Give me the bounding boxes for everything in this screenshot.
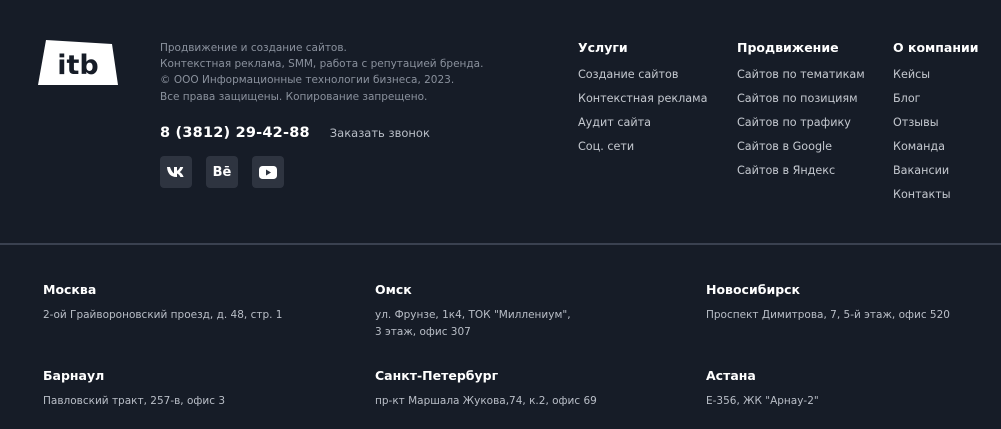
youtube-icon <box>259 165 277 179</box>
about-line: © ООО Информационные технологии бизнеса,… <box>160 74 455 87</box>
nav-link-reviews[interactable]: Отзывы <box>893 116 979 130</box>
nav-link-social[interactable]: Соц. сети <box>578 140 707 154</box>
vk-button[interactable] <box>160 156 192 188</box>
vk-icon <box>167 167 184 177</box>
company-about: Продвижение и создание сайтов. Контекстн… <box>160 40 483 105</box>
nav-services-title: Услуги <box>578 40 628 55</box>
office-novosibirsk: Новосибирск Проспект Димитрова, 7, 5-й э… <box>706 282 950 324</box>
nav-company-title: О компании <box>893 40 979 55</box>
nav-link-vacancies[interactable]: Вакансии <box>893 164 979 178</box>
nav-link-by-position[interactable]: Сайтов по позициям <box>737 92 865 106</box>
office-address: Павловский тракт, 257-в, офис 3 <box>43 395 226 407</box>
office-city: Санкт-Петербург <box>375 368 499 383</box>
nav-link-yandex[interactable]: Сайтов в Яндекс <box>737 164 865 178</box>
nav-company: О компании Кейсы Блог Отзывы Команда Вак… <box>893 40 979 212</box>
itb-logo-mark: itb <box>38 40 118 85</box>
nav-link-google[interactable]: Сайтов в Google <box>737 140 865 154</box>
nav-services: Услуги Создание сайтов Контекстная рекла… <box>578 40 707 164</box>
nav-promotion: Продвижение Сайтов по тематикам Сайтов п… <box>737 40 865 188</box>
office-omsk: Омск ул. Фрунзе, 1к4, ТОК "Миллениум", 3… <box>375 282 571 341</box>
behance-icon: Bē <box>212 164 232 180</box>
office-spb: Санкт-Петербург пр-кт Маршала Жукова,74,… <box>375 368 597 410</box>
nav-link-create-sites[interactable]: Создание сайтов <box>578 68 707 82</box>
office-address: Е-356, ЖК "Арнау-2" <box>706 395 819 407</box>
office-city: Астана <box>706 368 756 383</box>
nav-link-blog[interactable]: Блог <box>893 92 979 106</box>
about-line: Все права защищены. Копирование запрещен… <box>160 90 428 103</box>
callback-link[interactable]: Заказать звонок <box>330 126 430 140</box>
nav-link-team[interactable]: Команда <box>893 140 979 154</box>
nav-link-by-traffic[interactable]: Сайтов по трафику <box>737 116 865 130</box>
office-address: 2-ой Грайвороновский проезд, д. 48, стр.… <box>43 309 283 321</box>
nav-link-site-audit[interactable]: Аудит сайта <box>578 116 707 130</box>
nav-link-contacts[interactable]: Контакты <box>893 188 979 202</box>
office-barnaul: Барнаул Павловский тракт, 257-в, офис 3 <box>43 368 225 410</box>
youtube-button[interactable] <box>252 156 284 188</box>
phone-number[interactable]: 8 (3812) 29-42-88 <box>160 125 310 141</box>
office-address: пр-кт Маршала Жукова,74, к.2, офис 69 <box>375 395 597 407</box>
office-city: Барнаул <box>43 368 105 383</box>
svg-text:itb: itb <box>57 50 99 81</box>
nav-link-context-ads[interactable]: Контекстная реклама <box>578 92 707 106</box>
office-city: Новосибирск <box>706 282 801 297</box>
behance-button[interactable]: Bē <box>206 156 238 188</box>
office-address: ул. Фрунзе, 1к4, ТОК "Миллениум", <box>375 309 571 321</box>
office-address: 3 этаж, офис 307 <box>375 326 471 338</box>
about-line: Контекстная реклама, SMM, работа с репут… <box>160 58 484 71</box>
about-line: Продвижение и создание сайтов. <box>160 42 347 54</box>
office-city: Москва <box>43 282 97 297</box>
itb-logo[interactable]: itb <box>38 40 118 85</box>
office-moscow: Москва 2-ой Грайвороновский проезд, д. 4… <box>43 282 282 324</box>
office-address: Проспект Димитрова, 7, 5-й этаж, офис 52… <box>706 309 950 321</box>
nav-link-cases[interactable]: Кейсы <box>893 68 979 82</box>
contact-row: 8 (3812) 29-42-88 Заказать звонок <box>160 125 430 141</box>
nav-link-by-topic[interactable]: Сайтов по тематикам <box>737 68 865 82</box>
footer-divider <box>0 243 1001 245</box>
office-astana: Астана Е-356, ЖК "Арнау-2" <box>706 368 819 410</box>
social-links: Bē <box>160 156 284 188</box>
office-city: Омск <box>375 282 412 297</box>
nav-promotion-title: Продвижение <box>737 40 839 55</box>
